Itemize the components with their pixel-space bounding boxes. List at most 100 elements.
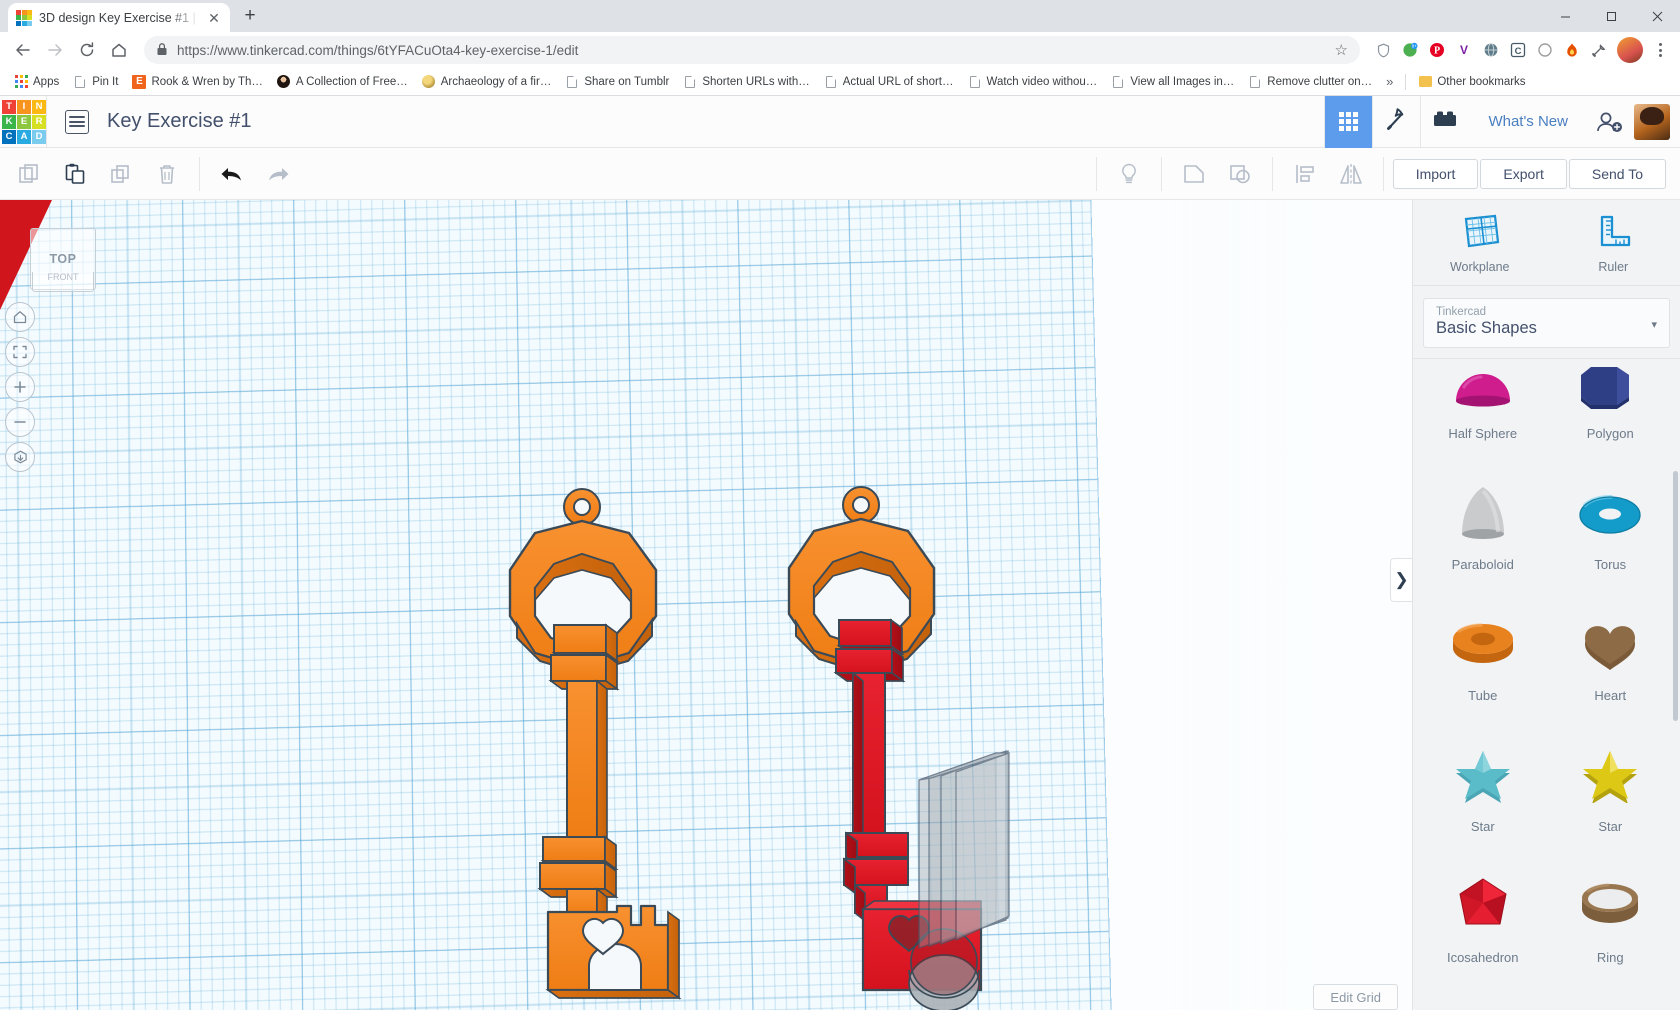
profile-avatar[interactable] [1617,37,1643,63]
bookmark-view-images[interactable]: View all Images in… [1105,72,1240,92]
copy-button[interactable] [6,148,52,200]
import-button[interactable]: Import [1393,159,1479,189]
undo-button[interactable] [209,148,255,200]
bookmark-archaeology[interactable]: Archaeology of a fir… [416,72,558,92]
circle-extension-icon[interactable] [1532,37,1558,63]
delete-button[interactable] [144,148,190,200]
shape-item-star-blue[interactable]: Star [1419,717,1547,848]
align-button[interactable] [1282,148,1328,200]
tools-extension-icon[interactable] [1586,37,1612,63]
shape-panel-scrollbar[interactable] [1673,471,1678,721]
logo-tile: K [2,115,16,129]
tube-icon [1447,611,1519,677]
forward-icon[interactable] [40,35,70,65]
panel-collapse-handle[interactable]: ❯ [1390,558,1412,602]
bookmark-star-icon[interactable]: ☆ [1335,41,1348,59]
codeblocks-button[interactable] [1372,96,1420,148]
bookmark-pin-it[interactable]: Pin It [67,72,124,92]
redo-button[interactable] [255,148,301,200]
bookmark-label: A Collection of Free… [296,76,408,88]
green-extension-icon[interactable]: 9+ [1397,37,1423,63]
browser-menu-icon[interactable] [1648,37,1672,63]
shape-label: Star [1598,819,1622,834]
ungroup-button[interactable] [1217,148,1263,200]
shape-item-heart[interactable]: Heart [1547,586,1675,717]
show-hide-button[interactable] [1106,148,1152,200]
bookmark-label: Archaeology of a fir… [441,76,552,88]
bookmark-other-bookmarks[interactable]: Other bookmarks [1412,72,1531,92]
new-tab-button[interactable]: + [236,2,264,30]
user-avatar[interactable] [1634,104,1670,140]
globe-extension-icon[interactable] [1478,37,1504,63]
perspective-toggle-button[interactable] [5,442,35,472]
bookmark-remove-clutter[interactable]: Remove clutter on… [1242,72,1378,92]
person-add-icon[interactable] [1588,96,1630,148]
group-button[interactable] [1171,148,1217,200]
v-extension-icon[interactable]: V [1451,37,1477,63]
maximize-icon[interactable] [1588,0,1634,32]
shape-label: Half Sphere [1448,426,1517,441]
send-to-button[interactable]: Send To [1569,159,1666,189]
shape-item-half-sphere[interactable]: Half Sphere [1419,359,1547,455]
zoom-in-button[interactable] [5,372,35,402]
view-cube[interactable]: TOP FRONT [30,228,96,290]
svg-text:9+: 9+ [1412,43,1417,48]
shape-item-paraboloid[interactable]: Paraboloid [1419,455,1547,586]
reload-icon[interactable] [72,35,102,65]
blocks-grid-button[interactable] [1324,96,1372,148]
design-canvas[interactable]: TOP FRONT Edit Grid ❯ [0,200,1412,1010]
library-owner-label: Tinkercad [1436,306,1657,318]
shape-label: Heart [1594,688,1626,703]
ruler-tool[interactable]: Ruler [1547,200,1680,285]
zoom-out-button[interactable] [5,407,35,437]
close-icon[interactable]: ✕ [206,10,222,26]
bookmark-watch-video[interactable]: Watch video withou… [962,72,1104,92]
duplicate-button[interactable] [98,148,144,200]
pinterest-extension-icon[interactable]: P [1424,37,1450,63]
document-icon [1111,75,1125,89]
export-button[interactable]: Export [1480,159,1566,189]
window-close-icon[interactable] [1634,0,1680,32]
bookmark-collection-free[interactable]: A Collection of Free… [271,72,414,92]
shape-item-icosahedron[interactable]: Icosahedron [1419,848,1547,979]
shape-item-polygon[interactable]: Polygon [1547,359,1675,455]
tinkercad-logo[interactable]: T I N K E R C A D [2,100,46,144]
bookmarks-overflow-button[interactable]: » [1380,74,1399,89]
shape-item-tube[interactable]: Tube [1419,586,1547,717]
back-icon[interactable] [8,35,38,65]
bookmarks-divider [1405,74,1406,90]
bricks-button[interactable] [1420,96,1468,148]
view-cube-front-face[interactable]: FRONT [32,272,94,292]
c-extension-icon[interactable]: C [1505,37,1531,63]
mirror-button[interactable] [1328,148,1374,200]
grid-settings-bar: Edit Grid Snap Grid 0.5 mm ▲ [1246,984,1398,1010]
bookmark-apps[interactable]: Apps [8,72,65,92]
design-list-icon[interactable] [65,110,89,134]
bookmark-rook-wren[interactable]: E Rook & Wren by Th… [126,72,268,92]
minimize-icon[interactable] [1542,0,1588,32]
fit-view-button[interactable] [5,337,35,367]
edit-grid-button[interactable]: Edit Grid [1313,984,1398,1010]
workplane-tool[interactable]: Workplane [1413,200,1547,285]
address-bar[interactable]: https://www.tinkercad.com/things/6tYFACu… [144,36,1360,64]
bookmark-actual-url[interactable]: Actual URL of short… [818,72,960,92]
page-title: Key Exercise #1 [107,110,252,133]
browser-tab[interactable]: 3D design Key Exercise #1 | Tinke ✕ [8,3,230,32]
bookmark-shorten-urls[interactable]: Shorten URLs with… [677,72,815,92]
paste-button[interactable] [52,148,98,200]
shape-label: Torus [1594,557,1626,572]
whats-new-link[interactable]: What's New [1468,96,1588,148]
shape-grid-wrap[interactable]: Half Sphere Polygon Paraboloid Torus Tub… [1413,358,1680,1010]
shape-item-ring[interactable]: Ring [1547,848,1675,979]
folder-icon [1418,75,1432,89]
shape-item-star-yellow[interactable]: Star [1547,717,1675,848]
home-icon[interactable] [104,35,134,65]
shape-library-select[interactable]: Tinkercad Basic Shapes ▾ [1423,298,1670,348]
shape-item-torus[interactable]: Torus [1547,455,1675,586]
bookmark-share-tumblr[interactable]: Share on Tumblr [559,72,675,92]
shield-extension-icon[interactable] [1370,37,1396,63]
flame-extension-icon[interactable] [1559,37,1585,63]
browser-toolbar: https://www.tinkercad.com/things/6tYFACu… [0,32,1680,68]
home-view-button[interactable] [5,302,35,332]
bookmark-label: Shorten URLs with… [702,76,809,88]
